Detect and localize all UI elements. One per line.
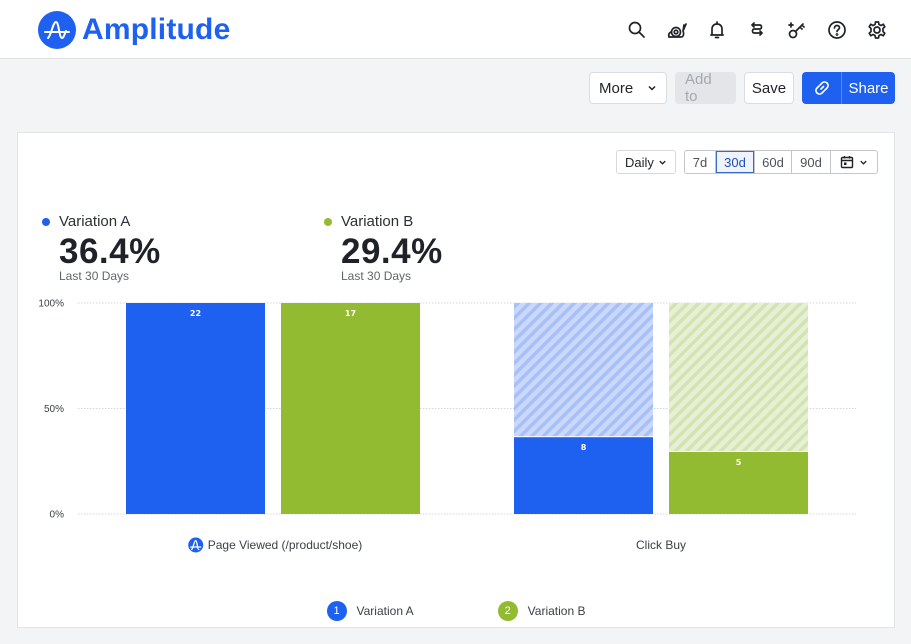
help-icon[interactable] [817,15,857,45]
dropoff-bar[interactable] [514,303,653,437]
save-button[interactable]: Save [744,72,794,104]
top-navigation-bar: Amplitude [0,0,911,59]
legend-badge: 2 [497,601,518,621]
event-icon-circle [188,537,204,553]
dropoff-bar[interactable] [669,303,808,451]
link-icon [814,81,829,95]
chart-legend: 1 Variation A 2 Variation B [18,601,894,621]
more-button-label: More [599,79,634,97]
legend-label: Variation B [527,604,586,618]
bar-count-label: 17 [345,309,356,318]
chart-toolbar: More Add to Save Share [581,71,895,105]
copy-link-button[interactable] [802,72,842,104]
key-icon[interactable] [777,15,817,45]
conversion-bar[interactable] [126,303,265,514]
share-button-group: Share [802,72,895,104]
y-tick-label: 100% [38,299,64,310]
conversion-bar[interactable] [281,303,420,514]
legend-label: Variation A [356,604,414,618]
amplitude-event-icon [188,537,204,553]
bar-count-label: 5 [736,458,742,467]
more-button[interactable]: More [589,72,667,104]
snail-icon[interactable] [657,15,697,45]
gear-icon[interactable] [857,15,897,45]
category-label: Click Buy [636,538,686,552]
legend-item-variation-a[interactable]: 1 Variation A [326,601,414,621]
y-tick-label: 50% [44,404,64,415]
search-icon[interactable] [617,15,657,45]
bell-icon[interactable] [697,15,737,45]
chevron-down-icon [648,85,656,91]
share-button[interactable]: Share [842,72,895,104]
legend-item-variation-b[interactable]: 2 Variation B [497,601,586,621]
app-name: Amplitude [82,13,231,46]
chart-card: Daily 7d 30d 60d 90d Variation A 36.4% L… [17,132,895,628]
y-tick-label: 0% [50,510,65,521]
amplitude-logo[interactable]: Amplitude [38,11,230,49]
legend-badge: 1 [326,601,347,621]
nav-icons [617,15,897,45]
sync-icon[interactable] [737,15,777,45]
add-to-button[interactable]: Add to [675,71,736,105]
amplitude-logo-icon [38,11,76,49]
bar-count-label: 22 [190,309,201,318]
bar-count-label: 8 [581,443,587,452]
category-label: Page Viewed (/product/shoe) [208,538,363,552]
funnel-chart: 0% 50% 100% 22 17 Page Viewed (/product/shoe)… [38,299,856,553]
